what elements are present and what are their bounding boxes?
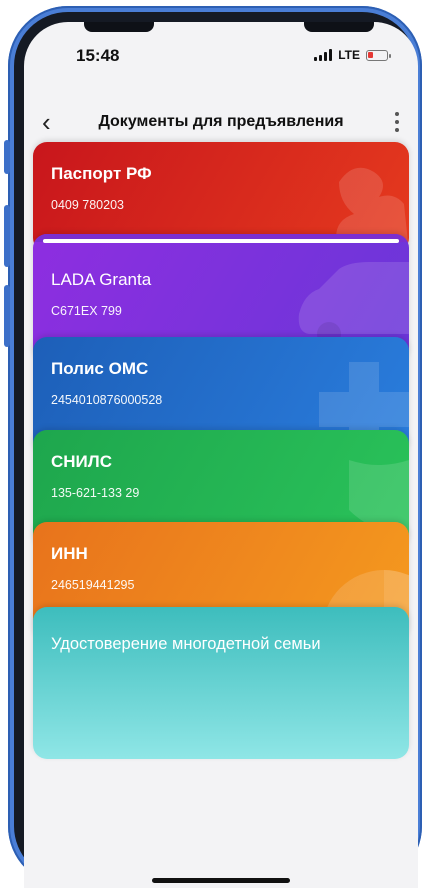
document-card-large-family[interactable]: Удостоверение многодетной семьи — [33, 607, 409, 759]
home-indicator[interactable] — [152, 878, 290, 883]
card-title: LADA Granta — [51, 270, 152, 289]
card-number: 135-621-133 29 — [51, 486, 140, 500]
card-title: СНИЛС — [51, 452, 112, 471]
card-number: 0409 780203 — [51, 198, 124, 212]
side-button — [4, 140, 10, 174]
network-label: LTE — [338, 48, 360, 62]
screen: 15:48 LTE ‹ Документы для предъявления П… — [24, 22, 418, 888]
status-bar: 15:48 LTE — [24, 22, 418, 82]
page-title: Документы для предъявления — [98, 113, 344, 130]
card-title: Удостоверение многодетной семьи — [51, 635, 321, 653]
card-number: 246519441295 — [51, 578, 135, 592]
navigation-bar: ‹ Документы для предъявления — [24, 102, 418, 142]
battery-icon — [366, 49, 391, 61]
card-title: Паспорт РФ — [51, 164, 152, 183]
card-title: Полис ОМС — [51, 359, 149, 378]
card-number: 2454010876000528 — [51, 393, 163, 407]
card-title: ИНН — [51, 544, 88, 563]
volume-down-button — [4, 285, 10, 347]
volume-up-button — [4, 205, 10, 267]
status-indicators: LTE — [314, 48, 391, 62]
more-vertical-icon[interactable] — [394, 112, 400, 132]
card-number: С671ЕХ 799 — [51, 304, 122, 318]
status-time: 15:48 — [76, 46, 120, 65]
signal-icon — [314, 49, 333, 61]
